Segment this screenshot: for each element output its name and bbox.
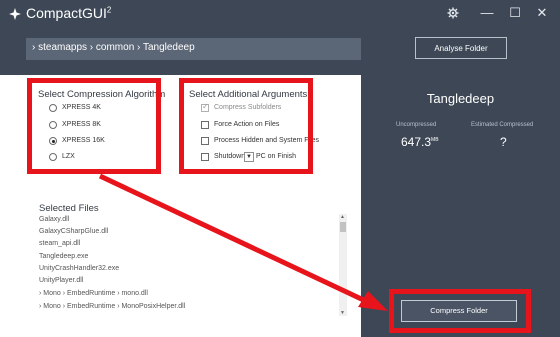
list-item: › Mono › EmbedRuntime › mono.dll: [39, 290, 148, 297]
app-window: CompactGUI2 — ☐ ✕ › steamapps › common ›…: [0, 0, 560, 337]
gear-icon: [447, 7, 459, 19]
estimated-value: ?: [500, 135, 507, 149]
close-button[interactable]: ✕: [533, 4, 551, 22]
compress-folder-button[interactable]: Compress Folder: [401, 300, 517, 322]
settings-button[interactable]: [444, 4, 462, 22]
maximize-button[interactable]: ☐: [506, 4, 524, 22]
files-scrollbar[interactable]: ▲ ▼: [339, 214, 347, 316]
maximize-icon: ☐: [509, 5, 521, 20]
selected-files-title: Selected Files: [39, 203, 99, 214]
title-bar: CompactGUI2 — ☐ ✕: [0, 0, 560, 28]
folder-path: › steamapps › common › Tangledeep: [32, 42, 195, 53]
folder-path-bar[interactable]: › steamapps › common › Tangledeep: [26, 38, 361, 60]
list-item: UnityCrashHandler32.exe: [39, 265, 120, 272]
scroll-thumb[interactable]: [340, 222, 346, 232]
analyse-folder-button[interactable]: Analyse Folder: [415, 37, 507, 59]
list-item: UnityPlayer.dll: [39, 277, 84, 284]
minimize-icon: —: [480, 5, 494, 20]
app-logo-icon: [9, 8, 21, 20]
scroll-down-icon[interactable]: ▼: [340, 310, 345, 316]
estimated-label: Estimated Compressed: [471, 122, 534, 128]
list-item: › Mono › EmbedRuntime › MonoPosixHelper.…: [39, 303, 186, 310]
scroll-up-icon[interactable]: ▲: [340, 214, 345, 220]
game-title: Tangledeep: [426, 91, 495, 106]
uncompressed-label: Uncompressed: [396, 122, 437, 128]
list-item: steam_api.dll: [39, 240, 81, 247]
list-item: Galaxy.dll: [39, 216, 70, 223]
uncompressed-value: 647.3MB: [401, 135, 439, 149]
selected-files-list[interactable]: Galaxy.dll GalaxyCSharpGlue.dll steam_ap…: [39, 216, 339, 316]
highlight-box-compression: [27, 78, 161, 174]
list-item: GalaxyCSharpGlue.dll: [39, 228, 109, 235]
close-icon: ✕: [536, 5, 548, 20]
minimize-button[interactable]: —: [478, 4, 496, 22]
highlight-box-arguments: [179, 78, 313, 174]
left-panel-edge: [0, 75, 23, 337]
app-title: CompactGUI2: [26, 5, 112, 21]
list-item: Tangledeep.exe: [39, 253, 89, 260]
